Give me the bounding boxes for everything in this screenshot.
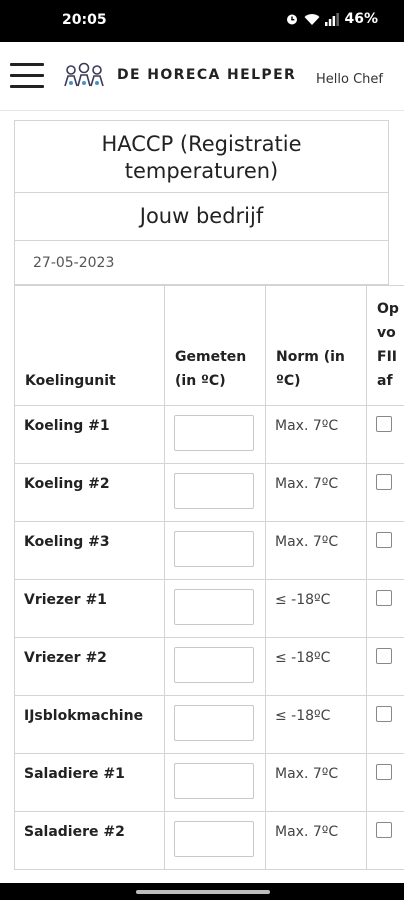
hamburger-menu-icon[interactable]: [10, 63, 44, 91]
norm-value: Max. 7ºC: [265, 811, 367, 870]
chefs-logo-icon[interactable]: [63, 62, 105, 90]
status-icons: 46%: [285, 11, 378, 27]
status-bar: 20:05 46%: [0, 0, 404, 42]
checkbox[interactable]: [376, 822, 392, 838]
norm-value: Max. 7ºC: [265, 521, 367, 580]
company-name: Jouw bedrijf: [14, 193, 389, 241]
table-row: Koeling #3 Max. 7ºC: [14, 521, 404, 580]
battery-level: 46%: [344, 11, 378, 27]
norm-value: Max. 7ºC: [265, 405, 367, 464]
unit-name: Vriezer #1: [14, 579, 165, 638]
checkbox[interactable]: [376, 764, 392, 780]
unit-name: Vriezer #2: [14, 637, 165, 696]
user-greeting[interactable]: Hello Chef: [316, 72, 383, 87]
table-header-row: Koelingunit Gemeten (in ºC) Norm (in ºC)…: [14, 285, 404, 406]
norm-value: ≤ -18ºC: [265, 579, 367, 638]
checkbox[interactable]: [376, 706, 392, 722]
temperature-input[interactable]: [174, 647, 254, 683]
table-row: Saladiere #2 Max. 7ºC: [14, 811, 404, 870]
temperature-input[interactable]: [174, 763, 254, 799]
status-time: 20:05: [62, 12, 107, 28]
haccp-form: HACCP (Registratie temperaturen) Jouw be…: [14, 120, 404, 883]
wifi-icon: [304, 13, 320, 25]
unit-name: IJsblokmachine: [14, 695, 165, 754]
temperature-input[interactable]: [174, 705, 254, 741]
table-row: Koeling #2 Max. 7ºC: [14, 463, 404, 522]
header-unit: Koelingunit: [14, 285, 165, 406]
unit-name: Saladiere #2: [14, 811, 165, 870]
form-title-line-1: HACCP (Registratie: [101, 132, 302, 156]
table-row: IJsblokmachine ≤ -18ºC: [14, 695, 404, 754]
header-norm: Norm (in ºC): [265, 285, 367, 406]
table-row: Vriezer #2 ≤ -18ºC: [14, 637, 404, 696]
table-row: Saladiere #1 Max. 7ºC: [14, 753, 404, 812]
norm-value: ≤ -18ºC: [265, 637, 367, 696]
header-extra: Op vo FII af: [366, 285, 404, 406]
header-measured: Gemeten (in ºC): [164, 285, 266, 406]
temperature-input[interactable]: [174, 821, 254, 857]
temperature-table: Koelingunit Gemeten (in ºC) Norm (in ºC)…: [14, 285, 404, 870]
form-date: 27-05-2023: [14, 241, 389, 285]
form-title: HACCP (Registratie temperaturen): [14, 120, 389, 193]
unit-name: Koeling #1: [14, 405, 165, 464]
unit-name: Saladiere #1: [14, 753, 165, 812]
temperature-input[interactable]: [174, 589, 254, 625]
checkbox[interactable]: [376, 474, 392, 490]
table-row: Koeling #1 Max. 7ºC: [14, 405, 404, 464]
signal-icon: [325, 12, 340, 26]
home-gesture-handle[interactable]: [136, 890, 270, 894]
norm-value: ≤ -18ºC: [265, 695, 367, 754]
form-title-line-2: temperaturen): [124, 159, 279, 183]
norm-value: Max. 7ºC: [265, 753, 367, 812]
temperature-input[interactable]: [174, 473, 254, 509]
temperature-input[interactable]: [174, 531, 254, 567]
temperature-input[interactable]: [174, 415, 254, 451]
alarm-icon: [287, 14, 298, 25]
checkbox[interactable]: [376, 648, 392, 664]
system-nav-bar: [0, 883, 404, 900]
brand-name[interactable]: DE HORECA HELPER: [117, 67, 296, 83]
norm-value: Max. 7ºC: [265, 463, 367, 522]
checkbox[interactable]: [376, 532, 392, 548]
checkbox[interactable]: [376, 416, 392, 432]
unit-name: Koeling #3: [14, 521, 165, 580]
checkbox[interactable]: [376, 590, 392, 606]
table-row: Vriezer #1 ≤ -18ºC: [14, 579, 404, 638]
unit-name: Koeling #2: [14, 463, 165, 522]
app-header: DE HORECA HELPER Hello Chef: [0, 42, 404, 111]
